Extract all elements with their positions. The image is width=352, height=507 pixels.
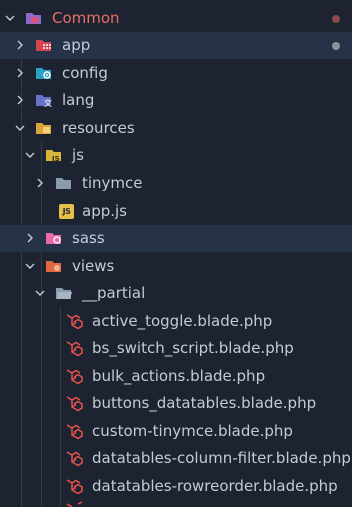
file-explorer-tree: Common app config 文 lang resources JS js… — [0, 0, 352, 507]
chevron-down-icon — [25, 152, 35, 158]
modified-indicator — [332, 42, 340, 50]
lang-folder-icon: 文 — [36, 95, 52, 108]
tree-item-label: Common — [52, 9, 120, 27]
tree-item-label: tinymce — [82, 174, 143, 192]
tree-item-label: buttons_datatables.blade.php — [92, 394, 317, 412]
svg-text:JS: JS — [51, 155, 60, 163]
tree-item-label: sass — [72, 229, 105, 247]
js-folder-open-icon: JS — [46, 150, 61, 163]
tree-item-blade-file[interactable]: datatables-column-filter.blade.php — [0, 445, 352, 472]
config-folder-icon — [36, 68, 51, 79]
tree-item-label: bulk_actions.blade.php — [92, 367, 266, 385]
tree-item-sass[interactable]: sass — [0, 225, 352, 252]
tree-item-views[interactable]: views — [0, 253, 352, 280]
laravel-icon — [66, 479, 83, 495]
tree-item-label: __partial — [82, 284, 146, 302]
tree-item-resources[interactable]: resources — [0, 115, 352, 142]
chevron-down-icon — [35, 290, 45, 296]
tree-item-common[interactable]: Common — [0, 5, 352, 32]
chevron-down-icon — [25, 263, 35, 269]
laravel-icon — [66, 341, 83, 357]
laravel-icon — [66, 369, 83, 385]
chevron-down-icon — [5, 15, 15, 21]
tree-item-js[interactable]: JS js — [0, 142, 352, 169]
tree-item-label: js — [72, 146, 84, 164]
tree-item-label: datatables-column-filter.blade.php — [92, 449, 351, 467]
tree-item-tinymce[interactable]: tinymce — [0, 170, 352, 197]
chevron-right-icon — [17, 95, 23, 105]
svg-text:文: 文 — [44, 98, 52, 108]
tree-item-label: config — [62, 64, 108, 82]
views-folder-open-icon — [46, 261, 61, 272]
tree-item-label: custom-tinymce.blade.php — [92, 422, 293, 440]
tree-item-label: datatables-rowreorder.blade.php — [92, 477, 338, 495]
laravel-icon — [66, 501, 83, 507]
tree-item-label: lang — [62, 91, 95, 109]
tree-item-blade-file[interactable]: custom-tinymce.blade.php — [0, 418, 352, 445]
tree-item-blade-file[interactable]: buttons_datatables.blade.php — [0, 390, 352, 417]
sass-folder-icon — [46, 233, 61, 244]
tree-item-lang[interactable]: 文 lang — [0, 87, 352, 114]
chevron-right-icon — [27, 233, 33, 243]
tree-item-label: app — [62, 36, 91, 54]
folder-open-icon — [26, 13, 41, 24]
tree-item-blade-file[interactable]: bs_switch_script.blade.php — [0, 335, 352, 362]
laravel-icon — [66, 314, 83, 330]
laravel-icon — [66, 424, 83, 440]
tree-item-label: active_toggle.blade.php — [92, 312, 273, 330]
folder-icon — [56, 178, 71, 189]
js-file-icon: JS — [59, 204, 74, 219]
chevron-right-icon — [37, 178, 43, 188]
tree-item-app-js[interactable]: JS app.js — [0, 198, 352, 225]
tree-item-label: bs_switch_script.blade.php — [92, 339, 294, 357]
chevron-right-icon — [17, 40, 23, 50]
chevron-right-icon — [17, 68, 23, 78]
tree-item-blade-file[interactable]: datatables-rowreorder.blade.php — [0, 473, 352, 500]
laravel-icon — [66, 396, 83, 412]
tree-item-label: views — [72, 257, 115, 275]
resources-folder-open-icon — [36, 123, 51, 134]
tree-item-app[interactable]: app — [0, 32, 352, 59]
folder-open-icon — [56, 288, 72, 299]
tree-item-blade-file[interactable]: bulk_actions.blade.php — [0, 363, 352, 390]
app-folder-icon — [36, 40, 51, 51]
modified-indicator — [332, 15, 340, 23]
chevron-down-icon — [15, 125, 25, 131]
tree-item-blade-file[interactable]: active_toggle.blade.php — [0, 308, 352, 335]
tree-item-config[interactable]: config — [0, 60, 352, 87]
tree-item-label: resources — [62, 119, 135, 137]
laravel-icon — [66, 451, 83, 467]
tree-item-partial[interactable]: __partial — [0, 280, 352, 307]
tree-item-label: app.js — [82, 202, 127, 220]
